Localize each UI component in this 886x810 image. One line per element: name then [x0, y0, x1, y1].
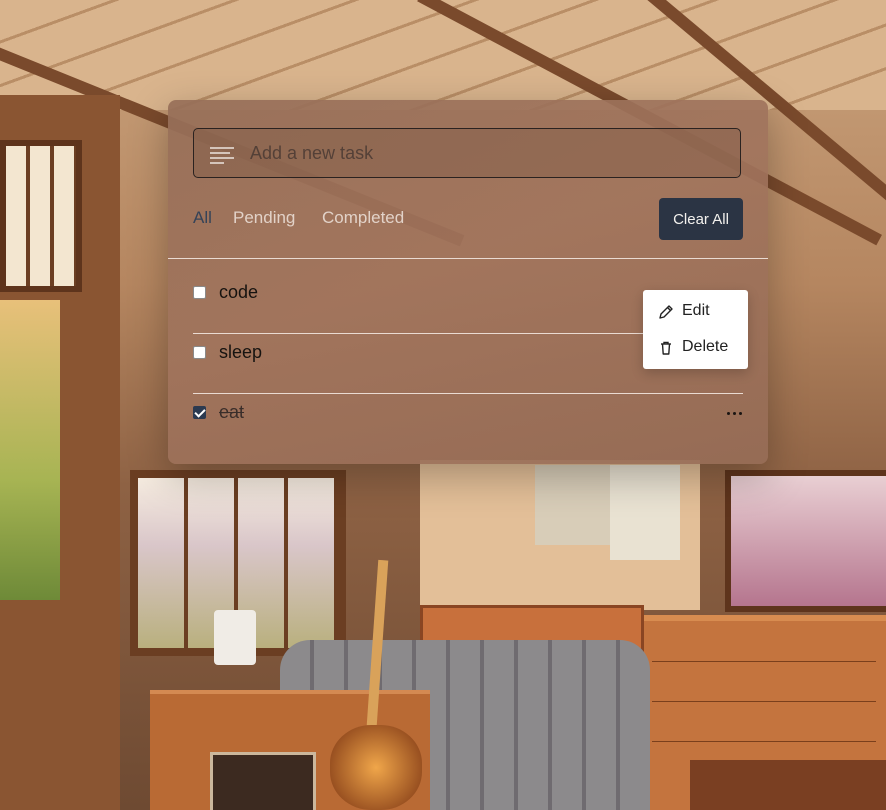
filter-all[interactable]: All: [193, 208, 212, 228]
left-window: [0, 140, 82, 292]
dresser-drawer: [652, 701, 876, 702]
delete-label: Delete: [682, 338, 729, 355]
task-input[interactable]: [248, 129, 732, 178]
task-label: code: [219, 282, 259, 302]
lamp: [214, 610, 256, 665]
amplifier: [210, 752, 316, 810]
task-label: eat: [219, 402, 245, 422]
guitar-body: [330, 725, 422, 810]
ceiling: [0, 0, 886, 110]
task-label: sleep: [219, 342, 263, 362]
task-checkbox[interactable]: [193, 286, 206, 299]
garden: [0, 300, 60, 600]
edit-label: Edit: [682, 302, 710, 319]
todo-card: All Pending Completed Clear All code sle…: [168, 100, 768, 464]
dresser-drawer: [652, 741, 876, 742]
more-options-icon[interactable]: [727, 405, 743, 421]
low-table: [690, 760, 886, 810]
edit-menu-item[interactable]: Edit: [643, 295, 748, 329]
poster: [535, 465, 610, 545]
task-input-wrapper: [193, 128, 741, 178]
task-row: eat: [193, 393, 743, 433]
dresser-drawer: [652, 661, 876, 662]
clear-all-button[interactable]: Clear All: [659, 198, 743, 240]
text-lines-icon: [210, 147, 234, 164]
pencil-icon: [659, 305, 673, 319]
filter-pending[interactable]: Pending: [233, 208, 295, 228]
task-checkbox[interactable]: [193, 406, 206, 419]
task-context-menu: Edit Delete: [643, 290, 748, 369]
task-checkbox[interactable]: [193, 346, 206, 359]
delete-menu-item[interactable]: Delete: [643, 331, 748, 365]
right-window: [725, 470, 886, 612]
trash-icon: [661, 341, 671, 355]
filter-completed[interactable]: Completed: [322, 208, 404, 228]
divider: [168, 258, 768, 259]
newspaper-clipping: [610, 465, 680, 560]
